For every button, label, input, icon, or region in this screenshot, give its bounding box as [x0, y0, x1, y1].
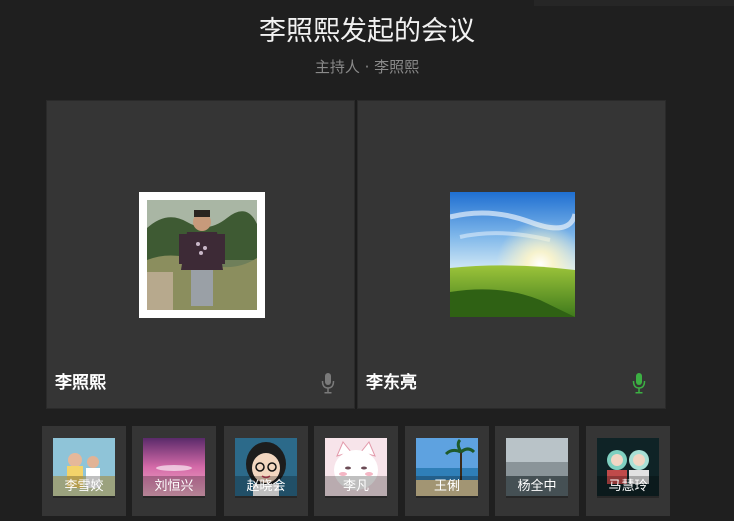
avatar-photo-icon — [147, 200, 257, 310]
participant-thumb[interactable]: 杨全中 — [495, 426, 579, 516]
participant-name: 杨全中 — [506, 476, 568, 498]
video-tile-speaker[interactable]: 李东亮 — [357, 100, 666, 409]
participant-thumb[interactable]: 李雪姣 — [42, 426, 126, 516]
participant-name: 王俐 — [416, 476, 478, 498]
participant-thumb[interactable]: 李凡 — [314, 426, 398, 516]
participant-name: 李雪姣 — [53, 476, 115, 498]
avatar — [450, 192, 575, 317]
video-tile-host[interactable]: 李照熙 — [46, 100, 355, 409]
participant-name: 李东亮 — [366, 373, 417, 393]
microphone-icon[interactable] — [631, 372, 647, 394]
participant-name: 李照熙 — [55, 373, 106, 393]
participant-list: 李雪姣 刘恒兴 赵晓会 李凡 王俐 杨全中 马慧玲 — [0, 426, 734, 521]
participant-thumb[interactable]: 赵晓会 — [224, 426, 308, 516]
participant-name: 刘恒兴 — [143, 476, 205, 498]
participant-name: 马慧玲 — [597, 476, 659, 498]
participant-name: 李凡 — [325, 476, 387, 498]
avatar-landscape-icon — [450, 192, 575, 317]
participant-thumb[interactable]: 马慧玲 — [586, 426, 670, 516]
bottom-edge — [0, 516, 734, 521]
meeting-title: 李照熙发起的会议 — [259, 16, 475, 47]
top-strip — [534, 0, 734, 6]
microphone-icon[interactable] — [320, 372, 336, 394]
meeting-window: 李照熙发起的会议 主持人 · 李照熙 李照熙 李东亮 李雪姣 刘恒兴 赵晓会 李… — [0, 0, 734, 521]
participant-name: 赵晓会 — [235, 476, 297, 498]
avatar — [139, 192, 265, 318]
participant-thumb[interactable]: 刘恒兴 — [132, 426, 216, 516]
participant-thumb[interactable]: 王俐 — [405, 426, 489, 516]
meeting-host: 主持人 · 李照熙 — [314, 58, 420, 76]
